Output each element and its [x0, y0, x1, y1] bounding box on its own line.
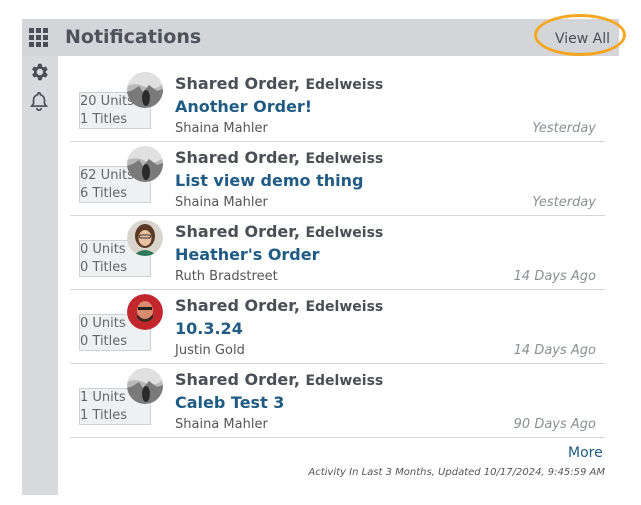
titles-count: 1 Titles [80, 112, 128, 127]
grid-icon[interactable] [29, 28, 49, 48]
timestamp: 14 Days Ago [513, 269, 596, 284]
timestamp: 14 Days Ago [513, 343, 596, 358]
avatar [127, 146, 163, 182]
order-type: Shared Order, Edelweiss [175, 74, 384, 93]
vendor-name: Edelweiss [305, 373, 384, 389]
more-link[interactable]: More [568, 445, 603, 461]
notification-item[interactable]: 1 Units 1 Titles Shared Order, Edelweiss… [70, 364, 605, 438]
vendor-name: Edelweiss [305, 225, 384, 241]
timestamp: Yesterday [532, 195, 596, 210]
titles-count: 6 Titles [80, 186, 128, 201]
order-type: Shared Order, Edelweiss [175, 296, 384, 315]
view-all-link[interactable]: View All [555, 31, 610, 47]
vendor-name: Edelweiss [305, 77, 384, 93]
order-name-link[interactable]: Heather's Order [175, 245, 320, 264]
titles-count: 0 Titles [80, 260, 128, 275]
timestamp: Yesterday [532, 121, 596, 136]
order-name-link[interactable]: Another Order! [175, 97, 312, 116]
shared-by-user: Ruth Bradstreet [175, 269, 278, 284]
gear-icon[interactable] [28, 61, 50, 83]
activity-status: Activity In Last 3 Months, Updated 10/17… [308, 467, 605, 478]
avatar [127, 72, 163, 108]
shared-by-user: Shaina Mahler [175, 121, 268, 136]
shared-by-user: Shaina Mahler [175, 195, 268, 210]
avatar [127, 294, 163, 330]
order-name-link[interactable]: List view demo thing [175, 171, 363, 190]
panel-header: Notifications View All [22, 14, 626, 56]
notification-item[interactable]: 0 Units 0 Titles Shared Order, Edelweiss… [70, 216, 605, 290]
vendor-name: Edelweiss [305, 299, 384, 315]
panel-title: Notifications [65, 26, 202, 48]
shared-by-user: Shaina Mahler [175, 417, 268, 432]
notifications-list: 20 Units 1 Titles Shared Order, Edelweis… [58, 56, 619, 495]
notifications-panel: Notifications View All 20 Units 1 Titles… [22, 14, 626, 495]
order-name-link[interactable]: Caleb Test 3 [175, 393, 284, 412]
notification-item[interactable]: 20 Units 1 Titles Shared Order, Edelweis… [70, 68, 605, 142]
order-type: Shared Order, Edelweiss [175, 222, 384, 241]
order-name-link[interactable]: 10.3.24 [175, 319, 243, 338]
avatar [127, 368, 163, 404]
notification-item[interactable]: 62 Units 6 Titles Shared Order, Edelweis… [70, 142, 605, 216]
order-type: Shared Order, Edelweiss [175, 370, 384, 389]
notification-item[interactable]: 0 Units 0 Titles Shared Order, Edelweiss… [70, 290, 605, 364]
vendor-name: Edelweiss [305, 151, 384, 167]
order-type: Shared Order, Edelweiss [175, 148, 384, 167]
timestamp: 90 Days Ago [513, 417, 596, 432]
titles-count: 0 Titles [80, 334, 128, 349]
bell-icon[interactable] [28, 90, 50, 112]
shared-by-user: Justin Gold [175, 343, 245, 358]
avatar [127, 220, 163, 256]
titles-count: 1 Titles [80, 408, 128, 423]
